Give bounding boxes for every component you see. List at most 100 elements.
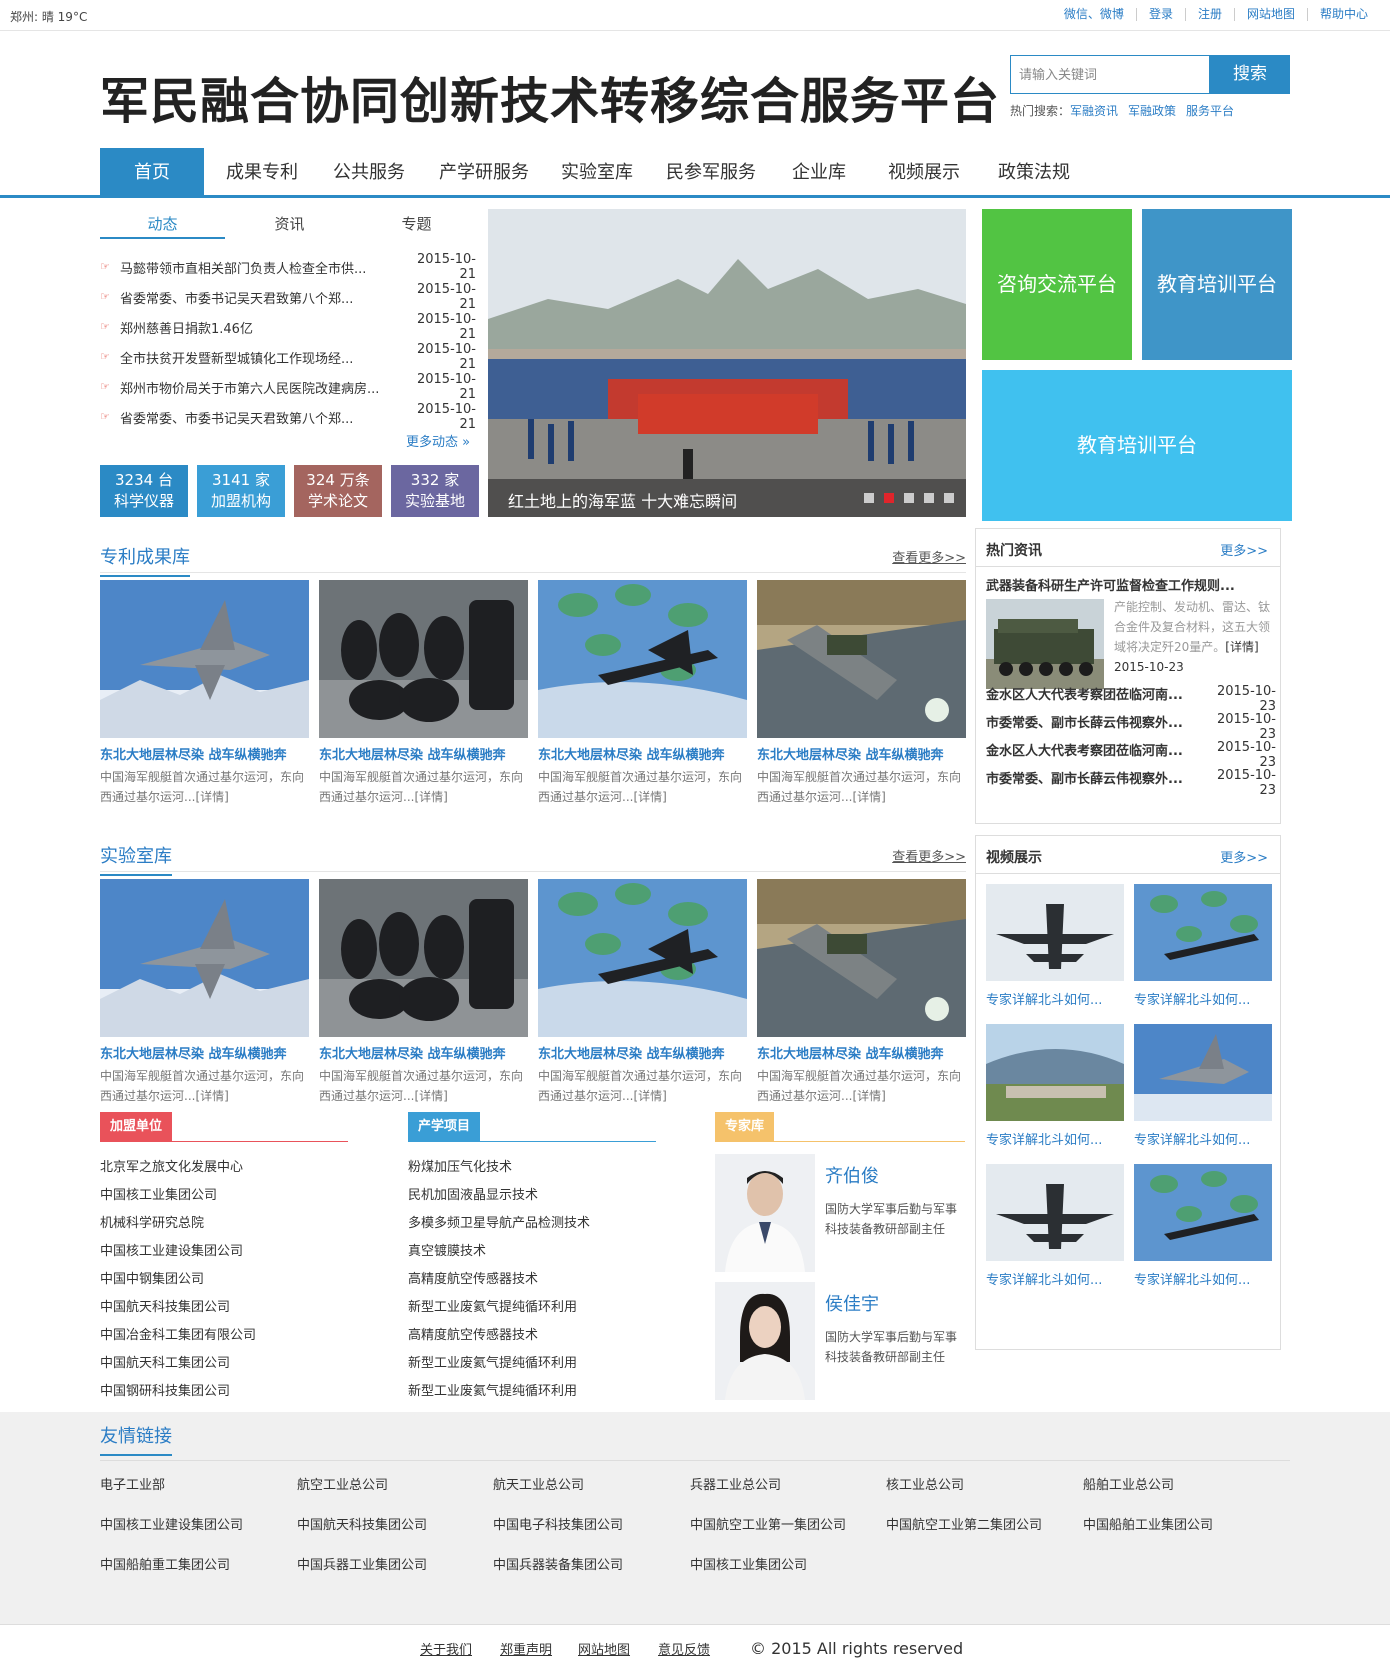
friend-link[interactable]: 中国兵器装备集团公司 — [493, 1554, 623, 1573]
news-item[interactable]: ☞ 郑州慈善日捐款1.46亿 2015-10-21 — [100, 312, 476, 342]
carousel-dot[interactable] — [944, 493, 954, 503]
hot-news-headline[interactable]: 武器装备科研生产许可监督检查工作规则... — [986, 575, 1235, 594]
top-link-login[interactable]: 登录 — [1135, 8, 1185, 21]
member-item[interactable]: 中国核工业建设集团公司 — [100, 1238, 256, 1266]
member-item[interactable]: 机械科学研究总院 — [100, 1210, 256, 1238]
nav-item-civil-military[interactable]: 民参军服务 — [652, 148, 770, 195]
lab-card[interactable]: 东北大地层林尽染 战车纵横驰奔 中国海军舰艇首次通过基尔运河，东向西通过基尔运河… — [757, 879, 966, 1106]
footer-link-sitemap[interactable]: 网站地图 — [578, 1639, 630, 1658]
labs-more-link[interactable]: 查看更多>> — [892, 846, 966, 865]
hero-carousel[interactable]: 红土地上的海军蓝 十大难忘瞬间 — [488, 209, 966, 517]
top-link-sitemap[interactable]: 网站地图 — [1233, 8, 1307, 21]
patent-card[interactable]: 东北大地层林尽染 战车纵横驰奔 中国海军舰艇首次通过基尔运河，东向西通过基尔运河… — [319, 580, 528, 807]
hot-news-detail-link[interactable]: [详情] — [1225, 640, 1258, 654]
friend-link[interactable]: 中国船舶工业集团公司 — [1083, 1514, 1213, 1533]
lab-card[interactable]: 东北大地层林尽染 战车纵横驰奔 中国海军舰艇首次通过基尔运河，东向西通过基尔运河… — [100, 879, 309, 1106]
project-item[interactable]: 新型工业废氦气提纯循环利用 — [408, 1378, 590, 1406]
friend-link[interactable]: 核工业总公司 — [886, 1474, 964, 1493]
lab-card[interactable]: 东北大地层林尽染 战车纵横驰奔 中国海军舰艇首次通过基尔运河，东向西通过基尔运河… — [319, 879, 528, 1106]
expert-card[interactable]: 侯佳宇 国防大学军事后勤与军事科技装备教研部副主任 — [715, 1282, 965, 1402]
friend-link[interactable]: 中国核工业建设集团公司 — [100, 1514, 243, 1533]
search-input[interactable]: 请输入关键词 — [1010, 55, 1210, 94]
stat-members[interactable]: 3141 家加盟机构 — [197, 465, 285, 517]
tab-news-topics[interactable]: 专题 — [354, 213, 479, 239]
friend-link[interactable]: 中国航空工业第一集团公司 — [690, 1514, 846, 1533]
video-more-link[interactable]: 更多>> — [1220, 847, 1268, 866]
project-item[interactable]: 民机加固液晶显示技术 — [408, 1182, 590, 1210]
tab-news-dynamic[interactable]: 动态 — [100, 213, 225, 239]
nav-item-policies[interactable]: 政策法规 — [985, 148, 1083, 195]
tile-education-platform[interactable]: 教育培训平台 — [1142, 209, 1292, 360]
hot-news-item[interactable]: 市委常委、副市长薛云伟视察外... 2015-10-23 — [986, 712, 1276, 742]
hot-news-more-link[interactable]: 更多>> — [1220, 540, 1268, 559]
friend-link[interactable]: 中国兵器工业集团公司 — [297, 1554, 427, 1573]
news-item[interactable]: ☞ 省委常委、市委书记吴天君致第八个郑... 2015-10-21 — [100, 282, 476, 312]
top-link-wechat-weibo[interactable]: 微信、微博 — [1052, 8, 1136, 21]
video-item[interactable]: 专家详解北斗如何... — [1134, 1024, 1272, 1148]
hot-news-item[interactable]: 金水区人大代表考察团莅临河南... 2015-10-23 — [986, 684, 1276, 714]
nav-item-labs[interactable]: 实验室库 — [548, 148, 646, 195]
member-item[interactable]: 中国核工业集团公司 — [100, 1182, 256, 1210]
project-item[interactable]: 高精度航空传感器技术 — [408, 1322, 590, 1350]
video-item[interactable]: 专家详解北斗如何... — [986, 1164, 1124, 1288]
carousel-dot[interactable] — [864, 493, 874, 503]
project-item[interactable]: 高精度航空传感器技术 — [408, 1266, 590, 1294]
stat-papers[interactable]: 324 万条 学术论文 — [294, 465, 382, 517]
friend-link[interactable]: 航空工业总公司 — [297, 1474, 388, 1493]
stat-instruments[interactable]: 3234 台科学仪器 — [100, 465, 188, 517]
expert-card[interactable]: 齐伯俊 国防大学军事后勤与军事科技装备教研部副主任 — [715, 1154, 965, 1274]
project-item[interactable]: 真空镀膜技术 — [408, 1238, 590, 1266]
project-item[interactable]: 新型工业废氦气提纯循环利用 — [408, 1294, 590, 1322]
nav-item-public-service[interactable]: 公共服务 — [320, 148, 418, 195]
nav-item-research-service[interactable]: 产学研服务 — [425, 148, 543, 195]
tab-news-info[interactable]: 资讯 — [227, 213, 352, 239]
member-item[interactable]: 中国冶金科工集团有限公司 — [100, 1322, 256, 1350]
stat-bases[interactable]: 332 家实验基地 — [391, 465, 479, 517]
carousel-dot[interactable] — [884, 493, 894, 503]
patent-card[interactable]: 东北大地层林尽染 战车纵横驰奔 中国海军舰艇首次通过基尔运河，东向西通过基尔运河… — [100, 580, 309, 807]
tile-education-platform-wide[interactable]: 教育培训平台 — [982, 370, 1292, 521]
nav-item-patents[interactable]: 成果专利 — [213, 148, 311, 195]
news-item[interactable]: ☞ 郑州市物价局关于市第六人民医院改建病房... 2015-10-21 — [100, 372, 476, 402]
carousel-dot[interactable] — [904, 493, 914, 503]
friend-link[interactable]: 中国核工业集团公司 — [690, 1554, 807, 1573]
member-item[interactable]: 中国航天科技集团公司 — [100, 1294, 256, 1322]
friend-link[interactable]: 航天工业总公司 — [493, 1474, 584, 1493]
news-item[interactable]: ☞ 省委常委、市委书记吴天君致第八个郑... 2015-10-21 — [100, 402, 476, 432]
project-item[interactable]: 多模多频卫星导航产品检测技术 — [408, 1210, 590, 1238]
video-item[interactable]: 专家详解北斗如何... — [986, 884, 1124, 1008]
member-item[interactable]: 北京军之旅文化发展中心 — [100, 1154, 256, 1182]
friend-link[interactable]: 船舶工业总公司 — [1083, 1474, 1174, 1493]
top-link-help[interactable]: 帮助中心 — [1306, 8, 1380, 21]
member-item[interactable]: 中国钢研科技集团公司 — [100, 1378, 256, 1406]
more-news-link[interactable]: 更多动态 » — [406, 431, 470, 450]
top-link-register[interactable]: 注册 — [1184, 8, 1234, 21]
patent-card[interactable]: 东北大地层林尽染 战车纵横驰奔 中国海军舰艇首次通过基尔运河，东向西通过基尔运河… — [757, 580, 966, 807]
hot-search-link[interactable]: 军融资讯 — [1070, 102, 1118, 119]
friend-link[interactable]: 中国船舶重工集团公司 — [100, 1554, 230, 1573]
nav-item-enterprises[interactable]: 企业库 — [770, 148, 868, 195]
friend-link[interactable]: 中国航天科技集团公司 — [297, 1514, 427, 1533]
friend-link[interactable]: 兵器工业总公司 — [690, 1474, 781, 1493]
friend-link[interactable]: 电子工业部 — [100, 1474, 165, 1493]
tile-consult-platform[interactable]: 咨询交流平台 — [982, 209, 1132, 360]
patent-card[interactable]: 东北大地层林尽染 战车纵横驰奔 中国海军舰艇首次通过基尔运河，东向西通过基尔运河… — [538, 580, 747, 807]
member-item[interactable]: 中国中钢集团公司 — [100, 1266, 256, 1294]
friend-link[interactable]: 中国航空工业第二集团公司 — [886, 1514, 1042, 1533]
hot-news-item[interactable]: 市委常委、副市长薛云伟视察外... 2015-10-23 — [986, 768, 1276, 798]
nav-item-videos[interactable]: 视频展示 — [875, 148, 973, 195]
news-item[interactable]: ☞ 马懿带领市直相关部门负责人检查全市供... 2015-10-21 — [100, 252, 476, 282]
footer-link-feedback[interactable]: 意见反馈 — [658, 1639, 710, 1658]
lab-card[interactable]: 东北大地层林尽染 战车纵横驰奔 中国海军舰艇首次通过基尔运河，东向西通过基尔运河… — [538, 879, 747, 1106]
video-item[interactable]: 专家详解北斗如何... — [1134, 884, 1272, 1008]
video-item[interactable]: 专家详解北斗如何... — [1134, 1164, 1272, 1288]
member-item[interactable]: 中国航天科工集团公司 — [100, 1350, 256, 1378]
nav-item-home[interactable]: 首页 — [100, 148, 204, 195]
footer-link-about[interactable]: 关于我们 — [420, 1639, 472, 1658]
hot-search-link[interactable]: 服务平台 — [1186, 102, 1234, 119]
project-item[interactable]: 新型工业废氦气提纯循环利用 — [408, 1350, 590, 1378]
hot-news-item[interactable]: 金水区人大代表考察团莅临河南... 2015-10-23 — [986, 740, 1276, 770]
video-item[interactable]: 专家详解北斗如何... — [986, 1024, 1124, 1148]
carousel-dot[interactable] — [924, 493, 934, 503]
hot-search-link[interactable]: 军融政策 — [1128, 102, 1176, 119]
